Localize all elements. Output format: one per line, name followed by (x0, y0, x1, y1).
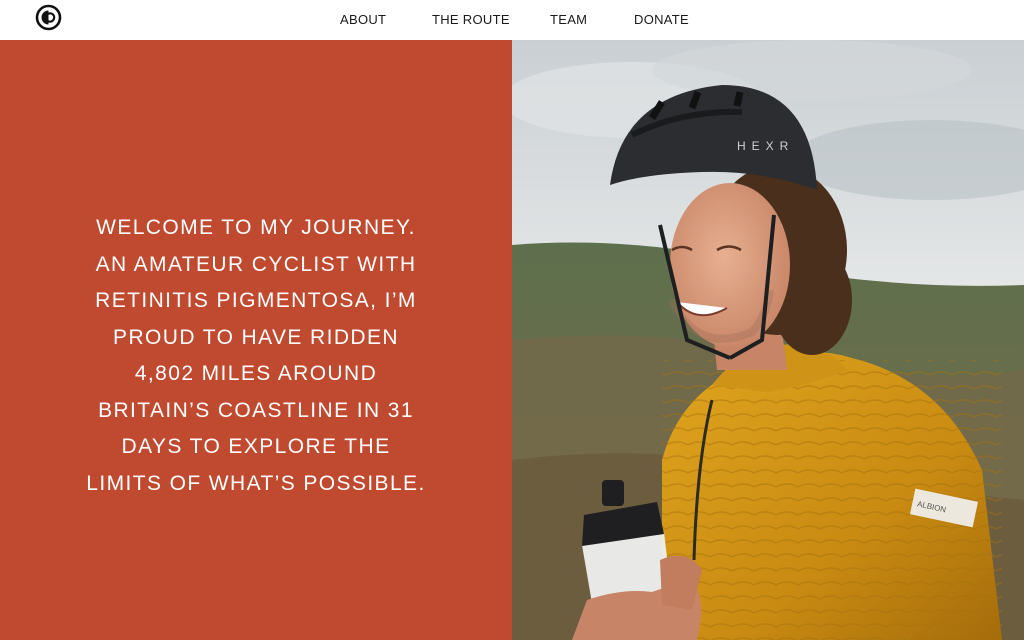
hero-line: BRITAIN’S COASTLINE IN 31 (98, 398, 414, 422)
hero-text-panel: WELCOME TO MY JOURNEY. AN AMATEUR CYCLIS… (0, 40, 512, 640)
hero-line: WELCOME TO MY JOURNEY. (96, 216, 416, 239)
hero-photo: ALBION HEXR (512, 40, 1024, 640)
hero-intro-text: WELCOME TO MY JOURNEY. AN AMATEUR CYCLIS… (60, 210, 452, 502)
main-nav: ABOUT THE ROUTE TEAM DONATE (0, 0, 1024, 40)
cyclist-photo-illustration: ALBION HEXR (512, 40, 1024, 640)
nav-link-the-route[interactable]: THE ROUTE (432, 12, 510, 27)
hero-line: DAYS TO EXPLORE THE (121, 435, 391, 458)
helmet-brand-text: HEXR (737, 139, 794, 153)
hero-line: PROUD TO HAVE RIDDEN (113, 325, 399, 349)
top-navigation-bar: ABOUT THE ROUTE TEAM DONATE (0, 0, 1024, 40)
hero-line: RETINITIS PIGMENTOSA, I’M (95, 289, 417, 312)
hero-line: LIMITS OF WHAT’S POSSIBLE. (86, 471, 426, 495)
nav-link-donate[interactable]: DONATE (634, 12, 689, 27)
nav-link-about[interactable]: ABOUT (340, 12, 386, 27)
nav-link-team[interactable]: TEAM (550, 12, 587, 27)
hero-line: AN AMATEUR CYCLIST WITH (95, 252, 417, 276)
hero-line: 4,802 MILES AROUND (134, 362, 378, 385)
